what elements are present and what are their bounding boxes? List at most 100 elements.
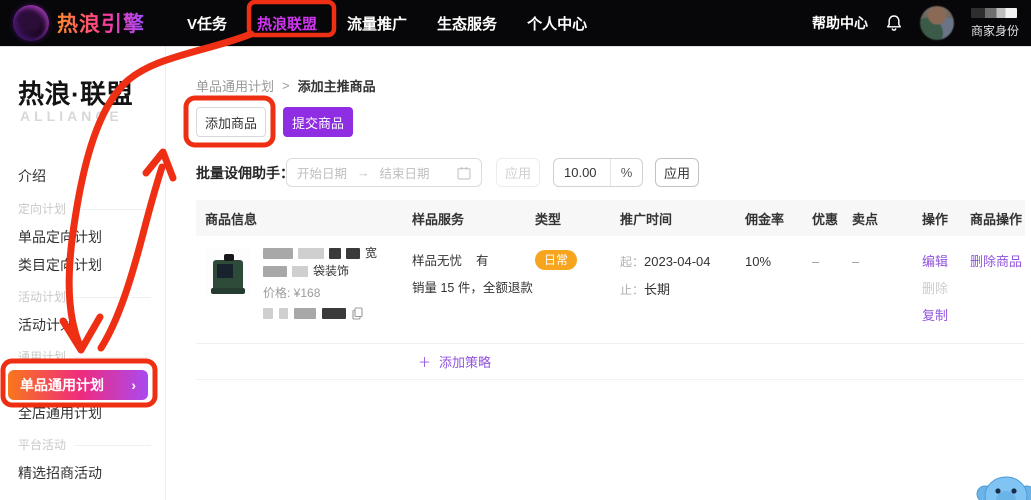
- type-cell: 日常: [535, 248, 620, 270]
- end-date-placeholder: 结束日期: [379, 167, 430, 181]
- add-product-button[interactable]: 添加商品: [196, 107, 266, 137]
- shop-info-line: [263, 307, 377, 320]
- range-arrow: →: [357, 165, 370, 180]
- product-title-fragment: 袋装饰: [313, 264, 350, 278]
- product-title-fragment: 宽: [365, 246, 378, 260]
- sidebar: 热浪·联盟 ALLIANCE 介绍 定向计划 单品定向计划 类目定向计划 活动计…: [0, 46, 166, 500]
- add-strategy-link[interactable]: ＋ 添加策略: [418, 352, 491, 371]
- discount-cell: –: [812, 254, 820, 269]
- sidebar-section-platform-activities: 平台活动: [18, 438, 151, 452]
- section-divider: [74, 356, 151, 358]
- apply-date-button-disabled[interactable]: 应用: [496, 158, 540, 187]
- col-header-product-info: 商品信息: [205, 211, 258, 227]
- sidebar-section-directed-plans: 定向计划: [18, 202, 151, 216]
- promo-start-line: 起：2023-04-04: [620, 254, 711, 269]
- sidebar-item-single-directed-plan[interactable]: 单品定向计划: [18, 229, 102, 245]
- copy-link[interactable]: 复制: [922, 302, 970, 329]
- product-title-line1: 宽: [263, 246, 377, 261]
- product-price: 价格: ¥168: [263, 286, 321, 300]
- promo-time-cell: 起：2023-04-04 止：长期: [620, 248, 745, 304]
- bell-icon[interactable]: [885, 14, 903, 32]
- sidebar-section-label: 活动计划: [18, 290, 67, 304]
- commission-rate-input[interactable]: [554, 165, 610, 180]
- breadcrumb-parent[interactable]: 单品通用计划: [196, 76, 274, 95]
- redacted-text: [294, 308, 316, 319]
- col-header-type: 类型: [535, 211, 562, 227]
- nav-item-eco[interactable]: 生态服务: [437, 13, 497, 34]
- sidebar-section-label: 通用计划: [18, 350, 67, 364]
- sidebar-item-selected-merchant-activity[interactable]: 精选招商活动: [18, 465, 102, 481]
- percent-unit-label: %: [620, 165, 633, 180]
- redacted-text: [279, 308, 288, 319]
- col-header-promo-time: 推广时间: [620, 211, 673, 227]
- redacted-text: [263, 248, 293, 259]
- user-avatar[interactable]: [919, 6, 954, 40]
- customer-service-mascot-icon[interactable]: [975, 474, 1031, 500]
- col-header-actions: 操作: [922, 211, 949, 227]
- type-badge: 日常: [535, 250, 578, 270]
- calendar-icon: [457, 166, 471, 180]
- commission-rate-input-group: %: [553, 158, 643, 187]
- help-center-link[interactable]: 帮助中心: [812, 13, 868, 33]
- delete-link-disabled[interactable]: 删除: [922, 275, 970, 302]
- redacted-text: [346, 248, 360, 259]
- table-row: 宽 袋装饰 价格: ¥168 样品无忧 有 销量 15 件，全额退款 日常 起：…: [196, 236, 1025, 344]
- col-header-commission: 佣金率: [745, 211, 785, 227]
- submit-product-button[interactable]: 提交商品: [283, 107, 353, 137]
- sidebar-item-store-general-plan[interactable]: 全店通用计划: [18, 405, 102, 421]
- app-window: 热浪引擎 V任务 热浪联盟 流量推广 生态服务 个人中心 帮助中心 商家身份 热…: [0, 0, 1031, 500]
- product-title-line2: 袋装饰: [263, 264, 377, 279]
- nav-item-alliance[interactable]: 热浪联盟: [257, 13, 317, 34]
- user-info[interactable]: 商家身份: [970, 7, 1023, 39]
- section-divider: [74, 208, 151, 210]
- col-header-selling-point: 卖点: [852, 211, 879, 227]
- redacted-text: [322, 308, 346, 319]
- sidebar-item-category-directed-plan[interactable]: 类目定向计划: [18, 257, 102, 273]
- col-header-product-actions: 商品操作: [970, 211, 1023, 227]
- copy-icon[interactable]: [352, 307, 363, 320]
- table-header-row: 商品信息 样品服务 类型 推广时间 佣金率 优惠 卖点 操作 商品操作: [196, 200, 1025, 236]
- breadcrumb: 单品通用计划 > 添加主推商品: [196, 76, 376, 95]
- sidebar-item-activity-plan[interactable]: 活动计划: [18, 317, 74, 333]
- nav-item-personal[interactable]: 个人中心: [527, 13, 587, 34]
- sidebar-item-single-general-plan-active[interactable]: 单品通用计划 ›: [8, 370, 148, 400]
- nav-item-v-tasks[interactable]: V任务: [187, 13, 227, 34]
- breadcrumb-separator: >: [282, 78, 290, 93]
- breadcrumb-current: 添加主推商品: [297, 79, 376, 94]
- redacted-username: [970, 7, 1017, 18]
- top-navbar: 热浪引擎 V任务 热浪联盟 流量推广 生态服务 个人中心 帮助中心 商家身份: [0, 0, 1031, 46]
- col-header-sample-service: 样品服务: [412, 211, 465, 227]
- apply-rate-button[interactable]: 应用: [655, 158, 699, 187]
- products-table: 商品信息 样品服务 类型 推广时间 佣金率 优惠 卖点 操作 商品操作 宽 袋装…: [196, 200, 1025, 380]
- start-date-placeholder: 开始日期: [297, 167, 348, 181]
- product-info-cell: 宽 袋装饰 价格: ¥168: [196, 246, 412, 320]
- add-strategy-label: 添加策略: [439, 355, 492, 370]
- sidebar-section-activity-plans: 活动计划: [18, 290, 151, 304]
- sample-service-cell: 样品无忧有 销量 15 件，全额退款: [412, 248, 535, 302]
- edit-link[interactable]: 编辑: [922, 248, 970, 275]
- sidebar-item-intro[interactable]: 介绍: [18, 168, 46, 184]
- bulk-commission-bar: 批量设佣助手： 开始日期 → 结束日期 应用 % 应用: [196, 158, 699, 187]
- bulk-commission-label: 批量设佣助手：: [196, 164, 294, 181]
- plus-icon: ＋: [418, 355, 432, 370]
- add-strategy-row: ＋ 添加策略: [196, 344, 1025, 380]
- brand-logo[interactable]: 热浪引擎: [13, 5, 145, 41]
- sidebar-section-general-plans: 通用计划: [18, 350, 151, 364]
- date-range-picker[interactable]: 开始日期 → 结束日期: [286, 158, 482, 187]
- redacted-text: [263, 308, 273, 319]
- product-actions-cell: 删除商品: [970, 248, 1025, 275]
- redacted-text: [263, 266, 287, 277]
- sidebar-section-label: 定向计划: [18, 202, 67, 216]
- sidebar-brand-subtitle: ALLIANCE: [20, 108, 123, 124]
- sidebar-active-label: 单品通用计划: [20, 377, 104, 393]
- col-header-discount: 优惠: [812, 211, 839, 227]
- sales-info-line: 销量 15 件，全额退款: [412, 281, 533, 295]
- redacted-text: [292, 266, 308, 277]
- chevron-right-icon: ›: [131, 377, 136, 393]
- user-role-label: 商家身份: [970, 23, 1019, 38]
- actions-cell: 编辑 删除 复制: [922, 248, 970, 329]
- nav-item-traffic[interactable]: 流量推广: [347, 13, 407, 34]
- delete-product-link[interactable]: 删除商品: [970, 248, 1025, 275]
- product-image[interactable]: [205, 248, 251, 296]
- promo-end-line: 止：长期: [620, 282, 671, 297]
